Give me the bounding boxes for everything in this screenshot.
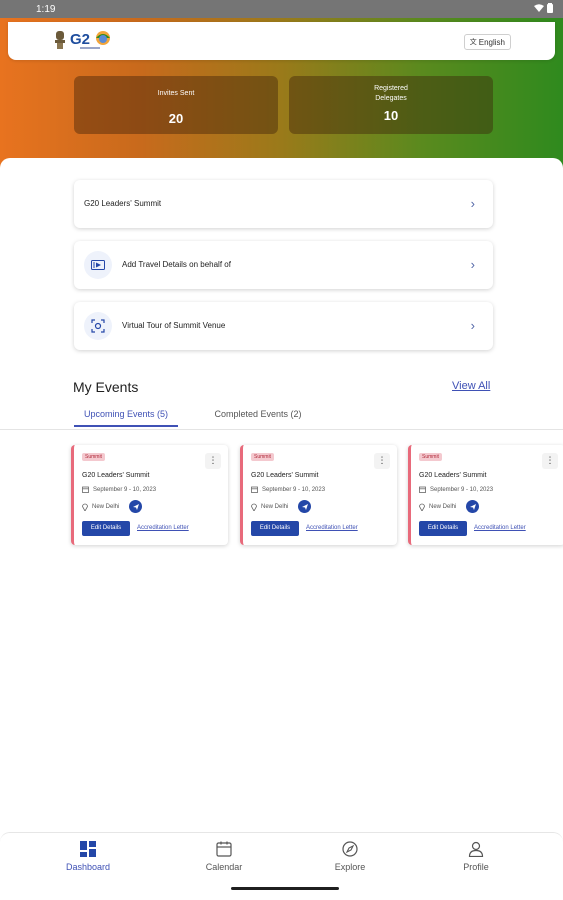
calendar-icon — [216, 841, 232, 857]
menu-item-label: G20 Leaders' Summit — [84, 199, 162, 208]
stat-card-delegates: Registered Delegates 10 — [289, 76, 493, 134]
nav-item-dashboard[interactable]: Dashboard — [48, 841, 128, 872]
event-date: September 9 - 10, 2023 — [262, 486, 326, 493]
flight-icon[interactable] — [129, 500, 143, 513]
accreditation-letter-link[interactable]: Accreditation Letter — [137, 525, 189, 531]
edit-details-button[interactable]: Edit Details — [419, 521, 467, 536]
stat-value: 10 — [383, 108, 399, 123]
app-header: G2 文 English — [8, 22, 555, 60]
tab-completed-events[interactable]: Completed Events (2) — [206, 409, 310, 419]
status-icons — [534, 3, 553, 13]
event-card[interactable]: Summit ⋮ G20 Leaders' Summit September 9… — [408, 445, 563, 545]
menu-item-travel-details[interactable]: Add Travel Details on behalf of › — [74, 241, 493, 289]
more-options-icon[interactable]: ⋮ — [205, 453, 221, 469]
language-label: English — [478, 37, 505, 47]
compass-icon — [342, 841, 358, 857]
home-indicator — [231, 887, 339, 890]
tabs-divider — [0, 429, 563, 430]
national-emblem-icon — [55, 31, 65, 49]
event-type-badge: Summit — [419, 453, 442, 461]
chevron-right-icon: › — [470, 196, 475, 211]
nav-label: Calendar — [205, 862, 243, 872]
status-bar: 1:19 — [0, 0, 563, 18]
event-type-badge: Summit — [251, 453, 274, 461]
accreditation-letter-link[interactable]: Accreditation Letter — [306, 525, 358, 531]
event-card[interactable]: Summit ⋮ G20 Leaders' Summit September 9… — [71, 445, 228, 545]
stat-label: Invites Sent — [157, 90, 195, 97]
chevron-right-icon: › — [470, 257, 475, 272]
more-options-icon[interactable]: ⋮ — [542, 453, 558, 469]
event-location: New Delhi — [92, 503, 120, 510]
event-date: September 9 - 10, 2023 — [430, 486, 494, 493]
nav-label: Explore — [334, 862, 366, 872]
travel-ticket-icon — [84, 251, 112, 279]
flight-icon[interactable] — [298, 500, 312, 513]
event-date-row: September 9 - 10, 2023 — [251, 486, 325, 493]
nav-item-explore[interactable]: Explore — [310, 841, 390, 872]
svg-text:G2: G2 — [70, 31, 90, 48]
profile-icon — [468, 841, 484, 857]
event-location: New Delhi — [261, 503, 289, 510]
nav-item-profile[interactable]: Profile — [436, 841, 516, 872]
wifi-icon — [534, 3, 544, 12]
location-pin-icon — [419, 503, 425, 511]
stat-label-line2: Delegates — [375, 95, 407, 102]
my-events-heading: My Events — [73, 379, 139, 395]
event-location: New Delhi — [429, 503, 457, 510]
menu-item-label: Add Travel Details on behalf of — [122, 260, 231, 269]
event-title: G20 Leaders' Summit — [419, 472, 487, 479]
event-location-row: New Delhi — [419, 500, 480, 513]
battery-icon — [547, 3, 553, 13]
menu-item-leaders-summit[interactable]: G20 Leaders' Summit › — [74, 180, 493, 228]
event-location-row: New Delhi — [82, 500, 143, 513]
event-location-row: New Delhi — [251, 500, 312, 513]
status-time: 1:19 — [36, 4, 56, 15]
tab-upcoming-events[interactable]: Upcoming Events (5) — [74, 409, 178, 427]
calendar-small-icon — [419, 486, 426, 493]
g20-logo-icon: G2 — [70, 31, 110, 49]
event-date-row: September 9 - 10, 2023 — [419, 486, 493, 493]
calendar-small-icon — [251, 486, 258, 493]
event-type-badge: Summit — [82, 453, 105, 461]
calendar-small-icon — [82, 486, 89, 493]
nav-label: Profile — [463, 862, 489, 872]
menu-item-virtual-tour[interactable]: Virtual Tour of Summit Venue › — [74, 302, 493, 350]
chevron-right-icon: › — [470, 318, 475, 333]
nav-label: Dashboard — [65, 862, 111, 872]
view-all-link[interactable]: View All — [452, 380, 490, 392]
stat-card-invites: Invites Sent 20 — [74, 76, 278, 134]
event-title: G20 Leaders' Summit — [251, 472, 319, 479]
virtual-tour-icon — [84, 312, 112, 340]
edit-details-button[interactable]: Edit Details — [251, 521, 299, 536]
stat-label: Registered — [374, 85, 408, 92]
event-date-row: September 9 - 10, 2023 — [82, 486, 156, 493]
event-date: September 9 - 10, 2023 — [93, 486, 157, 493]
event-title: G20 Leaders' Summit — [82, 472, 150, 479]
flight-icon[interactable] — [466, 500, 480, 513]
translate-icon: 文 — [469, 39, 477, 46]
stat-value: 20 — [168, 111, 184, 126]
accreditation-letter-link[interactable]: Accreditation Letter — [474, 525, 526, 531]
language-selector-button[interactable]: 文 English — [463, 34, 511, 50]
event-card[interactable]: Summit ⋮ G20 Leaders' Summit September 9… — [240, 445, 397, 545]
dashboard-icon — [80, 841, 96, 857]
location-pin-icon — [251, 503, 257, 511]
nav-item-calendar[interactable]: Calendar — [184, 841, 264, 872]
more-options-icon[interactable]: ⋮ — [374, 453, 390, 469]
location-pin-icon — [82, 503, 88, 511]
menu-item-label: Virtual Tour of Summit Venue — [122, 321, 226, 330]
edit-details-button[interactable]: Edit Details — [82, 521, 130, 536]
